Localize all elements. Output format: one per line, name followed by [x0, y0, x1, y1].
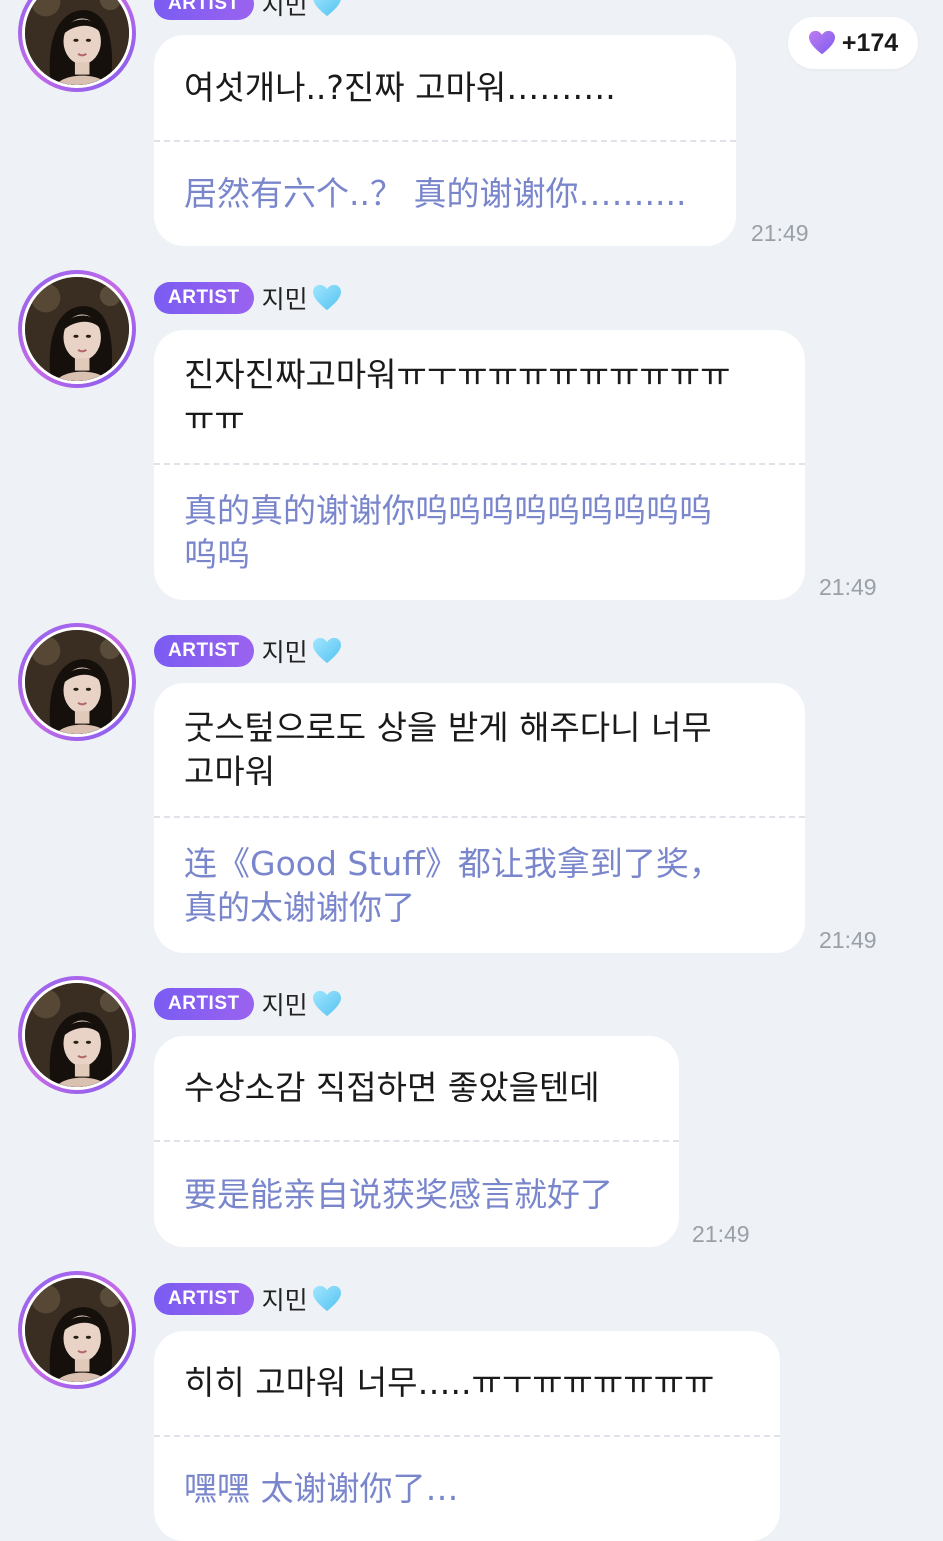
light-blue-heart-icon [312, 284, 342, 312]
artist-badge: ARTIST [154, 0, 254, 20]
sender-row: ARTIST 지민 [154, 988, 342, 1020]
chinese-translation: 连《Good Stuff》都让我拿到了奖， 真的太谢谢你了 [184, 843, 722, 927]
sender-name: 지민 [261, 638, 308, 667]
chinese-translation: 嘿嘿 太谢谢你了… [184, 1469, 459, 1508]
korean-text: 굿스텊으로도 상을 받게 해주다니 너무 고마워 [184, 707, 712, 791]
avatar[interactable] [18, 976, 136, 1094]
message-bubble[interactable]: 히히 고마워 너무…..ㅠㅜㅠㅠㅠㅠㅠㅠ 嘿嘿 太谢谢你了… [154, 1331, 780, 1541]
sender-row: ARTIST 지민 [154, 635, 342, 667]
chinese-translation: 真的真的谢谢你呜呜呜呜呜呜呜呜呜 呜呜 [184, 490, 712, 574]
sender-row: ARTIST 지민 [154, 0, 342, 20]
avatar[interactable] [18, 623, 136, 741]
timestamp: 21:49 [692, 1221, 750, 1247]
avatar[interactable] [18, 270, 136, 388]
sender-name: 지민 [261, 1286, 308, 1315]
sender-row: ARTIST 지민 [154, 1283, 342, 1315]
light-blue-heart-icon [312, 637, 342, 665]
sender-name: 지민 [261, 285, 308, 314]
timestamp: 21:49 [819, 574, 877, 600]
artist-badge: ARTIST [154, 1283, 254, 1315]
chinese-translation: 要是能亲自说获奖感言就好了 [184, 1174, 613, 1214]
timestamp: 21:49 [819, 927, 877, 953]
korean-text: 수상소감 직접하면 좋았을텐데 [184, 1068, 600, 1107]
timestamp: 21:49 [751, 220, 809, 246]
korean-text: 히히 고마워 너무…..ㅠㅜㅠㅠㅠㅠㅠㅠ [184, 1363, 715, 1402]
avatar[interactable] [18, 0, 136, 92]
sender-name: 지민 [261, 0, 308, 20]
purple-heart-icon [808, 30, 836, 56]
light-blue-heart-icon [312, 1285, 342, 1313]
reaction-count: +174 [841, 28, 899, 57]
light-blue-heart-icon [312, 0, 342, 18]
artist-badge: ARTIST [154, 988, 254, 1020]
chinese-translation: 居然有六个..？ 真的谢谢你…….... [184, 174, 687, 213]
korean-text: 여섯개나..?진짜 고마워………. [184, 67, 616, 107]
message-bubble[interactable]: 수상소감 직접하면 좋았을텐데 要是能亲自说获奖感言就好了 [154, 1036, 679, 1247]
sender-row: ARTIST 지민 [154, 282, 342, 314]
artist-badge: ARTIST [154, 282, 254, 314]
sender-name: 지민 [261, 991, 308, 1020]
message-bubble[interactable]: 진자진짜고마워ㅠㅜㅠㅠㅠㅠㅠㅠㅠㅠㅠ ㅠㅠ 真的真的谢谢你呜呜呜呜呜呜呜呜呜 呜… [154, 330, 805, 600]
message-bubble[interactable]: 여섯개나..?진짜 고마워………. 居然有六个..？ 真的谢谢你…….... [154, 35, 736, 246]
reaction-count-pill[interactable]: +174 [788, 17, 918, 69]
message-bubble[interactable]: 굿스텊으로도 상을 받게 해주다니 너무 고마워 连《Good Stuff》都让… [154, 683, 805, 953]
korean-text: 진자진짜고마워ㅠㅜㅠㅠㅠㅠㅠㅠㅠㅠㅠ ㅠㅠ [184, 354, 731, 438]
light-blue-heart-icon [312, 990, 342, 1018]
artist-badge: ARTIST [154, 635, 254, 667]
avatar[interactable] [18, 1271, 136, 1389]
